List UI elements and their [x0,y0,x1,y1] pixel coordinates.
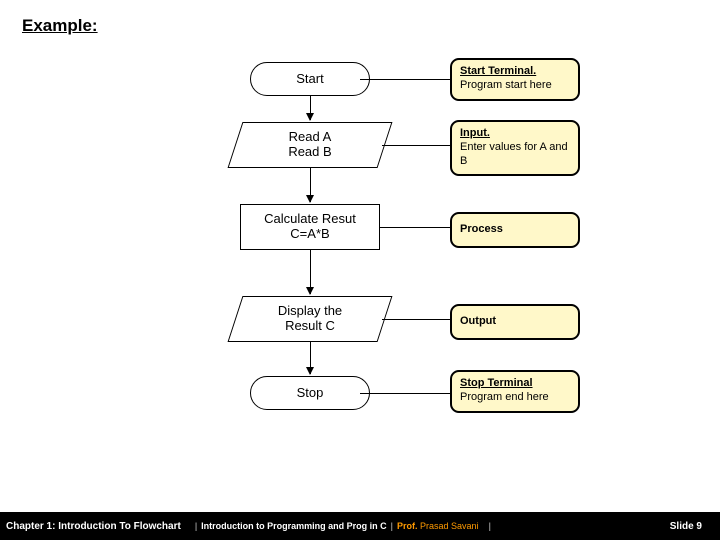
connector-line [382,145,450,146]
footer-separator: | [191,521,201,531]
callout-start-head: Start Terminal. [460,65,570,79]
callout-start: Start Terminal. Program start here [450,58,580,101]
callout-stop: Stop Terminal Program end here [450,370,580,413]
callout-stop-head: Stop Terminal [460,377,570,391]
callout-input: Input. Enter values for A and B [450,120,580,176]
connector-line [382,319,450,320]
flow-output-line1: Display the [278,303,342,318]
callout-input-head: Input. [460,127,570,141]
flow-input-line2: Read B [288,144,331,159]
flow-stop-label: Stop [297,386,324,401]
callout-start-body: Program start here [460,79,570,93]
callout-stop-body: Program end here [460,391,570,405]
callout-output-head: Output [460,315,570,329]
footer-prof-label: Prof. [397,521,418,531]
footer-course: Introduction to Programming and Prog in … [201,521,387,531]
footer-separator: | [479,521,495,531]
connector-line [380,227,450,228]
flow-output-line2: Result C [285,318,335,333]
flow-start-label: Start [296,72,323,87]
callout-process-head: Process [460,223,570,237]
flow-process: Calculate ResutC=A*B [240,204,380,250]
slide-footer: Chapter 1: Introduction To Flowchart | I… [0,512,720,540]
callout-input-body: Enter values for A and B [460,141,570,169]
arrow-down-icon [310,168,311,202]
flow-output: Display theResult C [232,296,388,342]
footer-separator: | [387,521,397,531]
arrow-down-icon [310,250,311,294]
slide-title: Example: [22,16,98,36]
connector-line [360,393,450,394]
diagram-stage: Start Start Terminal. Program start here… [0,54,720,500]
footer-slide-number: Slide 9 [670,521,720,532]
flow-stop: Stop [240,376,380,410]
flow-input-line1: Read A [289,129,332,144]
flow-process-line1: Calculate Resut [264,211,356,226]
footer-chapter: Chapter 1: Introduction To Flowchart [0,521,191,532]
callout-process: Process [450,212,580,248]
flow-input: Read ARead B [232,122,388,168]
arrow-down-icon [310,342,311,374]
connector-line [360,79,450,80]
callout-output: Output [450,304,580,340]
flow-process-line2: C=A*B [290,226,329,241]
arrow-down-icon [310,96,311,120]
footer-prof-name: Prasad Savani [420,521,479,531]
flow-start: Start [240,62,380,96]
